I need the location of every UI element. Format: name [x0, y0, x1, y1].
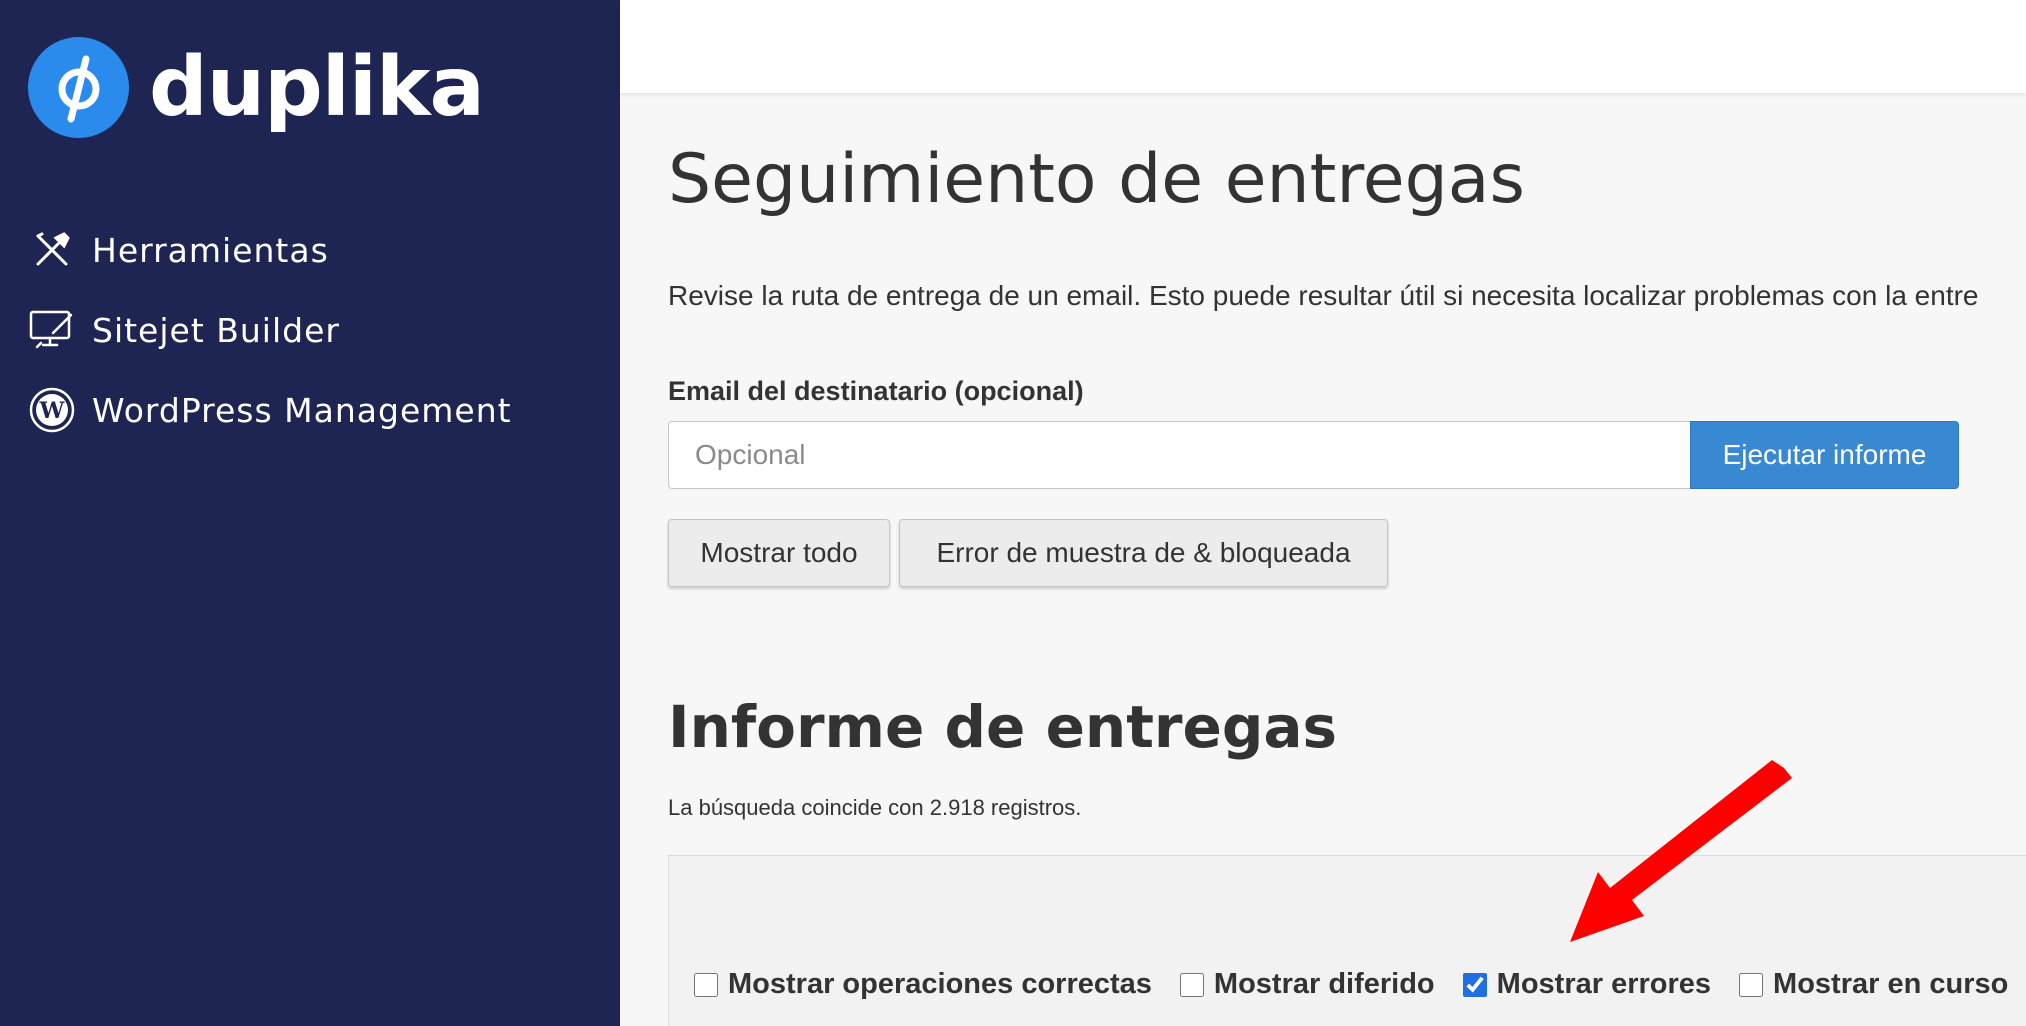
sidebar-item-label: Herramientas [92, 230, 329, 270]
filter-checkboxes: Mostrar operaciones correctas Mostrar di… [694, 968, 2026, 1001]
monitor-pen-icon [28, 306, 76, 354]
sidebar-item-sitejet-builder[interactable]: Sitejet Builder [28, 290, 512, 370]
sidebar-item-wordpress-management[interactable]: W WordPress Management [28, 370, 512, 450]
sidebar: duplika Herramientas Sitejet Builder W W… [0, 0, 620, 1026]
match-count-text: La búsqueda coincide con 2.918 registros… [668, 795, 1082, 820]
svg-text:W: W [39, 398, 65, 424]
show-deferred-checkbox[interactable] [1179, 972, 1204, 997]
logo[interactable]: duplika [28, 37, 485, 138]
red-arrow-annotation-icon [1570, 760, 1792, 942]
sidebar-item-label: Sitejet Builder [92, 310, 340, 350]
filter-show-errors[interactable]: Mostrar errores [1462, 968, 1712, 1001]
run-report-button[interactable]: Ejecutar informe [1690, 421, 1959, 489]
filter-show-success[interactable]: Mostrar operaciones correctas [694, 968, 1152, 1001]
sidebar-nav: Herramientas Sitejet Builder W WordPress… [28, 210, 512, 450]
logo-text: duplika [149, 39, 485, 135]
show-all-button[interactable]: Mostrar todo [668, 519, 890, 587]
filter-label: Mostrar errores [1496, 968, 1712, 1000]
recipient-email-input[interactable] [668, 421, 1690, 489]
duplika-logo-icon [28, 37, 129, 138]
filter-show-in-progress[interactable]: Mostrar en curso [1739, 968, 2008, 1001]
tools-icon [28, 226, 76, 274]
page-description: Revise la ruta de entrega de un email. E… [668, 280, 1979, 311]
show-errors-checkbox[interactable] [1462, 972, 1487, 997]
show-errors-blocked-button[interactable]: Error de muestra de & bloqueada [899, 519, 1388, 587]
show-in-progress-checkbox[interactable] [1739, 972, 1764, 997]
report-title: Informe de entregas [668, 693, 1338, 761]
page-title: Seguimiento de entregas [668, 140, 1525, 219]
top-header [620, 0, 2026, 93]
sidebar-item-herramientas[interactable]: Herramientas [28, 210, 512, 290]
show-success-checkbox[interactable] [694, 972, 718, 997]
sidebar-item-label: WordPress Management [92, 390, 512, 430]
filter-label: Mostrar diferido [1213, 968, 1435, 1000]
filter-label: Mostrar en curso [1773, 968, 2009, 1000]
email-field-label: Email del destinatario (opcional) [668, 376, 1084, 406]
wordpress-icon: W [28, 386, 76, 434]
filter-label: Mostrar operaciones correctas [728, 968, 1152, 1000]
filter-show-deferred[interactable]: Mostrar diferido [1179, 968, 1435, 1001]
